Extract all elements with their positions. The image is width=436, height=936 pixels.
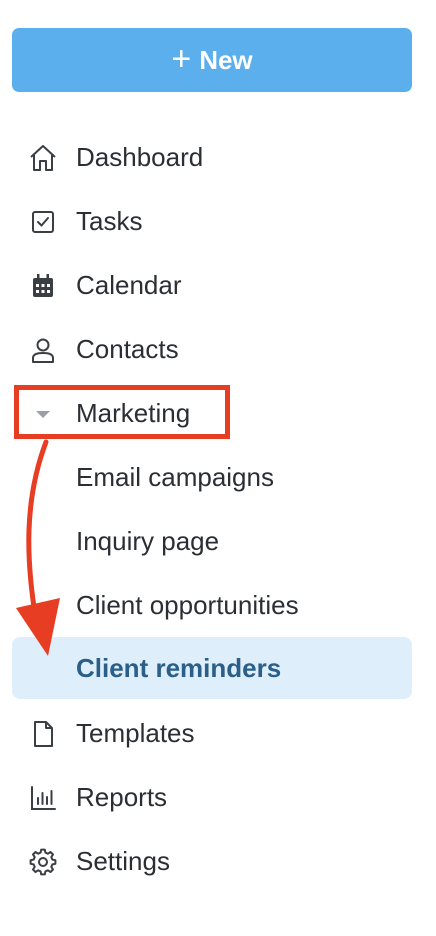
nav-item-tasks[interactable]: Tasks bbox=[12, 193, 412, 249]
nav-item-email-campaigns[interactable]: Email campaigns bbox=[12, 449, 412, 505]
new-button[interactable]: + New bbox=[12, 28, 412, 92]
nav-label-marketing: Marketing bbox=[76, 397, 191, 428]
document-icon bbox=[28, 719, 58, 749]
nav-item-reports[interactable]: Reports bbox=[12, 769, 412, 825]
nav-item-marketing[interactable]: Marketing bbox=[12, 385, 412, 441]
caret-down-icon bbox=[28, 399, 58, 429]
new-button-label: New bbox=[199, 44, 253, 75]
nav-label-dashboard: Dashboard bbox=[76, 141, 204, 172]
nav-item-dashboard[interactable]: Dashboard bbox=[12, 129, 412, 185]
nav-label-inquiry-page: Inquiry page bbox=[76, 525, 220, 556]
nav-label-settings: Settings bbox=[76, 845, 170, 876]
nav-item-client-reminders[interactable]: Client reminders bbox=[12, 637, 412, 699]
nav-label-client-reminders: Client reminders bbox=[76, 652, 282, 683]
bar-chart-icon bbox=[28, 783, 58, 813]
nav-item-inquiry-page[interactable]: Inquiry page bbox=[12, 513, 412, 569]
nav-label-email-campaigns: Email campaigns bbox=[76, 461, 274, 492]
nav-item-calendar[interactable]: Calendar bbox=[12, 257, 412, 313]
user-icon bbox=[28, 335, 58, 365]
nav-label-reports: Reports bbox=[76, 781, 168, 812]
nav-label-templates: Templates bbox=[76, 717, 195, 748]
gear-icon bbox=[28, 847, 58, 877]
calendar-icon bbox=[28, 271, 58, 301]
nav-label-calendar: Calendar bbox=[76, 269, 182, 300]
nav-label-client-opportunities: Client opportunities bbox=[76, 589, 299, 620]
nav-label-tasks: Tasks bbox=[76, 205, 143, 236]
home-icon bbox=[28, 143, 58, 173]
checkbox-icon bbox=[28, 207, 58, 237]
nav-label-contacts: Contacts bbox=[76, 333, 179, 364]
nav-item-contacts[interactable]: Contacts bbox=[12, 321, 412, 377]
nav-item-client-opportunities[interactable]: Client opportunities bbox=[12, 577, 412, 633]
nav-item-settings[interactable]: Settings bbox=[12, 833, 412, 889]
nav-item-templates[interactable]: Templates bbox=[12, 705, 412, 761]
plus-icon: + bbox=[171, 40, 192, 78]
